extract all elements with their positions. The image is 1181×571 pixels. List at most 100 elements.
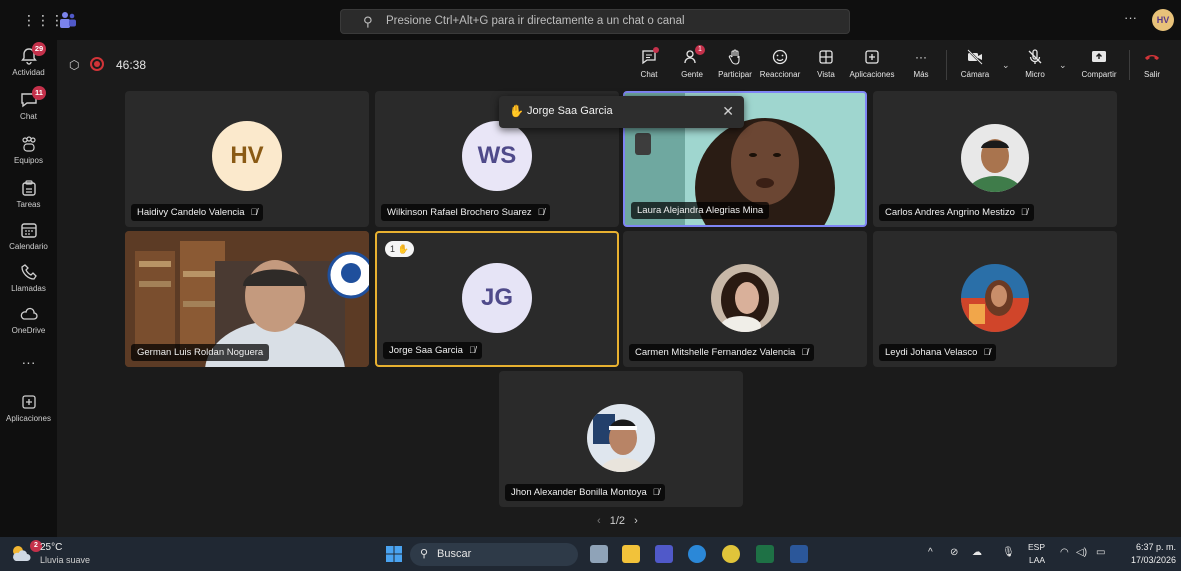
- view-button[interactable]: Vista: [812, 48, 840, 79]
- rail-label: Actividad: [12, 68, 45, 77]
- camera-button[interactable]: Cámara: [957, 48, 993, 79]
- user-avatar[interactable]: HV: [1152, 9, 1174, 31]
- mic-button[interactable]: Micro: [1020, 48, 1050, 79]
- tray-app-icon[interactable]: ⊘: [950, 547, 958, 558]
- windows-start-icon[interactable]: [386, 546, 402, 562]
- participant-tile[interactable]: 1 ✋ JG Jorge Saa Garcia 🎙̸: [375, 231, 619, 367]
- battery-icon[interactable]: ▭: [1096, 547, 1105, 558]
- file-explorer-icon[interactable]: [622, 545, 640, 563]
- clock-date[interactable]: 17/03/2026: [1124, 555, 1176, 565]
- teams-logo-icon[interactable]: [58, 10, 78, 30]
- mic-muted-icon: 🎙̸: [468, 345, 476, 355]
- share-button[interactable]: Compartir: [1077, 48, 1121, 79]
- people-button[interactable]: 1 Gente: [677, 45, 707, 79]
- input-layout[interactable]: LAA: [1029, 555, 1045, 565]
- raise-hand-button[interactable]: Participar: [713, 48, 757, 79]
- participant-name: Jorge Saa Garcia: [389, 345, 463, 356]
- word-icon[interactable]: [790, 545, 808, 563]
- raise-count: 1: [390, 244, 396, 254]
- microphone-tray-icon[interactable]: 🎙: [1002, 547, 1015, 558]
- rail-item-equipos[interactable]: Equipos: [0, 134, 57, 165]
- mic-muted-icon: 🎙̸: [652, 487, 660, 497]
- toolbar-divider: [1129, 50, 1130, 80]
- rail-label: OneDrive: [11, 326, 46, 335]
- rail-label: Aplicaciones: [6, 414, 51, 423]
- volume-icon[interactable]: ◁): [1076, 547, 1087, 558]
- raised-hand-notification[interactable]: ✋ Jorge Saa Garcia ✕: [499, 96, 744, 128]
- participant-name-tag: German Luis Roldan Noguera: [131, 344, 270, 361]
- hand-icon: [728, 49, 740, 65]
- shield-icon[interactable]: ⬡: [69, 58, 79, 72]
- rail-item-actividad[interactable]: 29 Actividad: [0, 42, 57, 77]
- rail-item-tareas[interactable]: Tareas: [0, 178, 57, 209]
- participant-video-tile[interactable]: German Luis Roldan Noguera: [125, 231, 369, 367]
- participant-name-tag: Wilkinson Rafael Brochero Suarez 🎙̸: [381, 204, 551, 221]
- more-label: Más: [913, 70, 929, 79]
- taskbar-search[interactable]: ⚲ Buscar: [410, 543, 578, 566]
- task-view-icon[interactable]: [590, 545, 608, 563]
- rail-item-onedrive[interactable]: OneDrive: [0, 304, 57, 335]
- participant-tile[interactable]: Carlos Andres Angrino Mestizo 🎙̸: [873, 91, 1117, 227]
- participant-name-tag: Jorge Saa Garcia 🎙̸: [383, 342, 482, 359]
- app-launcher-icon[interactable]: ⋮⋮⋮: [22, 12, 64, 28]
- chat-notification-dot: [653, 47, 659, 53]
- next-page-chevron-icon[interactable]: ›: [634, 515, 638, 527]
- apps-button[interactable]: Aplicaciones: [847, 48, 897, 79]
- participant-name: Carlos Andres Angrino Mestizo: [885, 207, 1015, 218]
- teams-window: ⋮⋮⋮ ⚲ Presione Ctrl+Alt+G para ir direct…: [0, 0, 1181, 571]
- rail-more-button[interactable]: ···: [0, 354, 57, 370]
- participant-name-tag: Jhon Alexander Bonilla Montoya 🎙̸: [505, 484, 666, 501]
- more-options-icon[interactable]: ···: [1124, 10, 1137, 25]
- mic-muted-icon: 🎙̸: [537, 207, 545, 217]
- meeting-timer: 46:38: [116, 58, 147, 72]
- camera-options-chevron-icon[interactable]: ⌄: [1002, 60, 1010, 71]
- taskbar-search-placeholder: Buscar: [437, 548, 472, 560]
- participant-tile[interactable]: HV Haidivy Candelo Valencia 🎙̸: [125, 91, 369, 227]
- title-bar: ⋮⋮⋮ ⚲ Presione Ctrl+Alt+G para ir direct…: [0, 0, 1181, 40]
- rail-item-calendario[interactable]: Calendario: [0, 220, 57, 251]
- participant-name: Leydi Johana Velasco: [885, 347, 978, 358]
- participant-photo: [587, 404, 655, 472]
- leave-button[interactable]: Salir: [1139, 48, 1165, 79]
- cloud-icon: [20, 307, 38, 320]
- participant-name-tag: Haidivy Candelo Valencia 🎙̸: [131, 204, 264, 221]
- participant-photo: [961, 124, 1029, 192]
- left-rail: 29 Actividad 11 Chat Equipos Tareas Cale…: [0, 40, 57, 537]
- share-label: Compartir: [1081, 70, 1117, 79]
- onedrive-tray-icon[interactable]: ☁: [972, 547, 982, 558]
- wifi-icon[interactable]: ◠: [1060, 547, 1069, 558]
- toolbar-divider: [946, 50, 947, 80]
- excel-icon[interactable]: [756, 545, 774, 563]
- rail-label: Equipos: [14, 156, 43, 165]
- show-hidden-icons-chevron-icon[interactable]: ^: [928, 547, 933, 558]
- mic-label: Micro: [1025, 70, 1045, 79]
- input-language[interactable]: ESP: [1028, 542, 1045, 552]
- weather-cloud-icon[interactable]: [10, 543, 32, 565]
- grid-view-icon: [819, 50, 833, 64]
- react-button[interactable]: Reaccionar: [759, 48, 801, 79]
- participant-name-tag: Carmen Mitshelle Fernandez Valencia 🎙̸: [629, 344, 815, 361]
- chrome-icon[interactable]: [722, 545, 740, 563]
- previous-page-chevron-icon[interactable]: ‹: [597, 515, 601, 527]
- teams-taskbar-icon[interactable]: [655, 545, 673, 563]
- search-bar[interactable]: ⚲ Presione Ctrl+Alt+G para ir directamen…: [340, 9, 850, 34]
- rail-label: Tareas: [16, 200, 41, 209]
- rail-item-aplicaciones[interactable]: Aplicaciones: [0, 392, 57, 423]
- more-button[interactable]: ··· Más: [909, 48, 933, 79]
- participant-tile[interactable]: Carmen Mitshelle Fernandez Valencia 🎙̸: [623, 231, 867, 367]
- rail-label: Calendario: [9, 242, 48, 251]
- search-placeholder: Presione Ctrl+Alt+G para ir directamente…: [386, 15, 685, 27]
- rail-item-chat[interactable]: 11 Chat: [0, 86, 57, 121]
- chat-button[interactable]: Chat: [635, 47, 663, 79]
- raised-hand-icon: ✋: [397, 244, 409, 254]
- copilot-icon[interactable]: [688, 545, 706, 563]
- close-icon[interactable]: ✕: [722, 103, 734, 120]
- leave-label: Salir: [1143, 70, 1160, 79]
- rail-item-llamadas[interactable]: Llamadas: [0, 262, 57, 293]
- raise-label: Participar: [718, 70, 752, 79]
- participant-name: Jhon Alexander Bonilla Montoya: [511, 487, 647, 498]
- clock-time[interactable]: 6:37 p. m.: [1124, 542, 1176, 552]
- mic-options-chevron-icon[interactable]: ⌄: [1059, 60, 1067, 71]
- participant-tile[interactable]: Leydi Johana Velasco 🎙̸: [873, 231, 1117, 367]
- participant-tile[interactable]: Jhon Alexander Bonilla Montoya 🎙̸: [499, 371, 743, 507]
